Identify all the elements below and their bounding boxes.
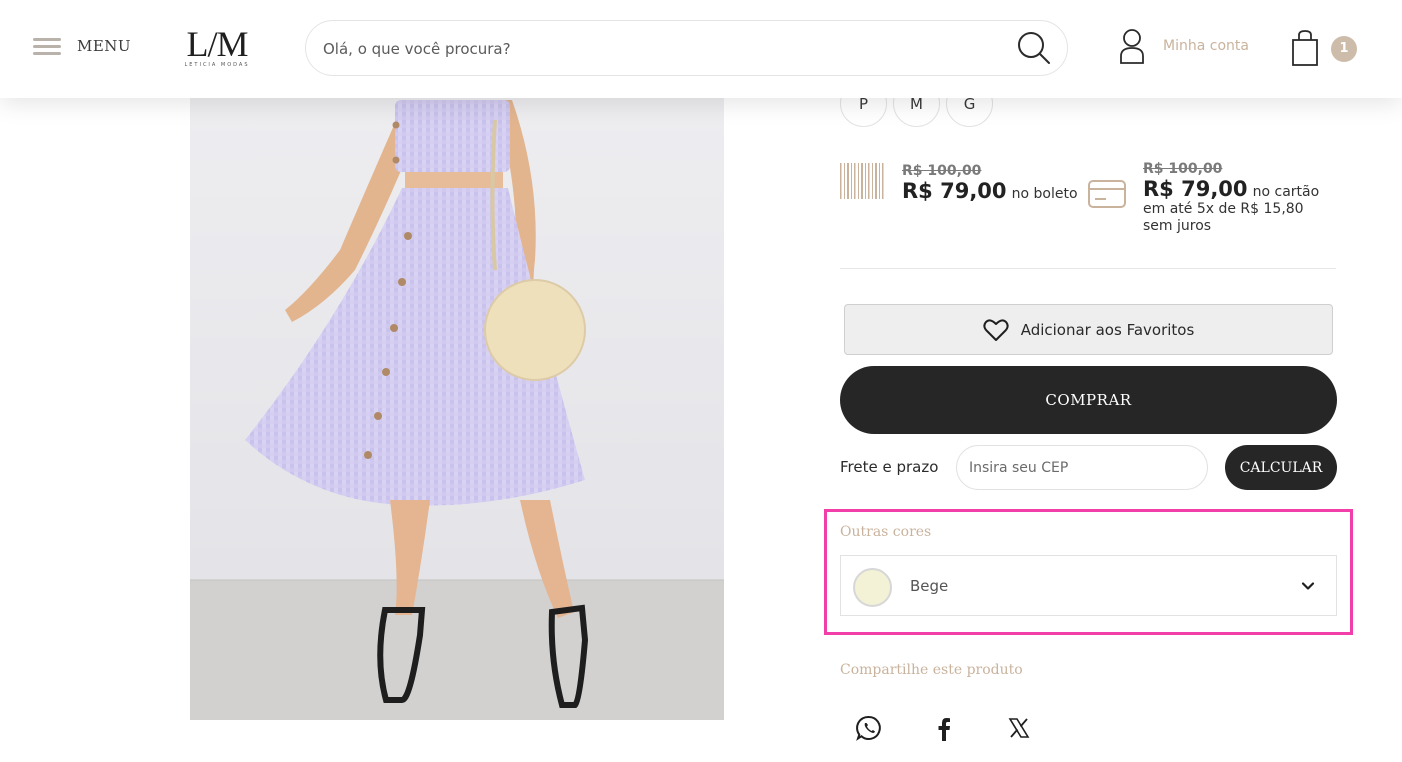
add-to-favorites-button[interactable]: Adicionar aos Favoritos — [844, 304, 1333, 355]
cart-button[interactable]: 1 — [1291, 29, 1361, 69]
search-bar — [305, 20, 1068, 76]
old-price-cartao: R$ 100,00 — [1143, 161, 1223, 177]
site-logo[interactable]: L/M LETICIA MODAS — [178, 26, 256, 72]
boleto-note: no boleto — [1011, 186, 1078, 202]
price-boleto: R$ 100,00 R$ 79,00 no boleto — [902, 163, 1078, 203]
heart-icon — [983, 318, 1009, 341]
buy-button[interactable]: COMPRAR — [840, 366, 1337, 434]
menu-label: MENU — [77, 37, 132, 55]
account-label: Minha conta — [1163, 38, 1249, 54]
price-cartao: R$ 100,00 R$ 79,00 no cartão em até 5x d… — [1143, 161, 1343, 235]
color-swatch — [853, 568, 892, 607]
calculate-shipping-button[interactable]: CALCULAR — [1225, 445, 1337, 490]
cep-input[interactable] — [956, 445, 1208, 490]
favorites-label: Adicionar aos Favoritos — [1020, 320, 1195, 339]
logo-subtitle: LETICIA MODAS — [184, 62, 250, 68]
color-select-dropdown[interactable]: Bege — [840, 555, 1337, 616]
product-image[interactable] — [190, 60, 724, 720]
user-icon — [1120, 29, 1144, 64]
facebook-icon[interactable] — [930, 714, 958, 742]
old-price-boleto: R$ 100,00 — [902, 163, 982, 179]
logo-mark: L/M — [186, 24, 248, 64]
search-input[interactable] — [323, 36, 1003, 62]
installments-interest: sem juros — [1143, 218, 1212, 234]
price-block: R$ 100,00 R$ 79,00 no boleto R$ 100,00 R… — [840, 160, 1340, 240]
product-photo — [190, 60, 724, 720]
cart-count-badge: 1 — [1331, 36, 1357, 62]
shipping-label: Frete e prazo — [840, 458, 939, 476]
new-price-cartao: R$ 79,00 — [1143, 177, 1248, 201]
hamburger-icon — [33, 36, 61, 56]
new-price-boleto: R$ 79,00 — [902, 179, 1007, 203]
share-title: Compartilhe este produto — [840, 662, 1023, 678]
divider — [840, 268, 1336, 269]
search-icon[interactable] — [1015, 29, 1053, 67]
account-link[interactable]: Minha conta — [1119, 28, 1249, 64]
cartao-note: no cartão — [1252, 184, 1320, 200]
shopping-bag-icon — [1292, 30, 1318, 66]
barcode-icon — [840, 163, 884, 199]
credit-card-icon — [1088, 180, 1126, 208]
other-colors-title: Outras cores — [840, 524, 932, 540]
whatsapp-icon[interactable] — [855, 714, 883, 742]
site-header: MENU L/M LETICIA MODAS Minha conta 1 — [0, 0, 1402, 98]
installments-text: em até 5x de R$ 15,80 — [1143, 201, 1304, 217]
selected-color-name: Bege — [910, 577, 949, 595]
chevron-down-icon — [1301, 582, 1315, 590]
menu-button[interactable]: MENU — [33, 36, 131, 56]
x-icon[interactable] — [1005, 714, 1033, 742]
